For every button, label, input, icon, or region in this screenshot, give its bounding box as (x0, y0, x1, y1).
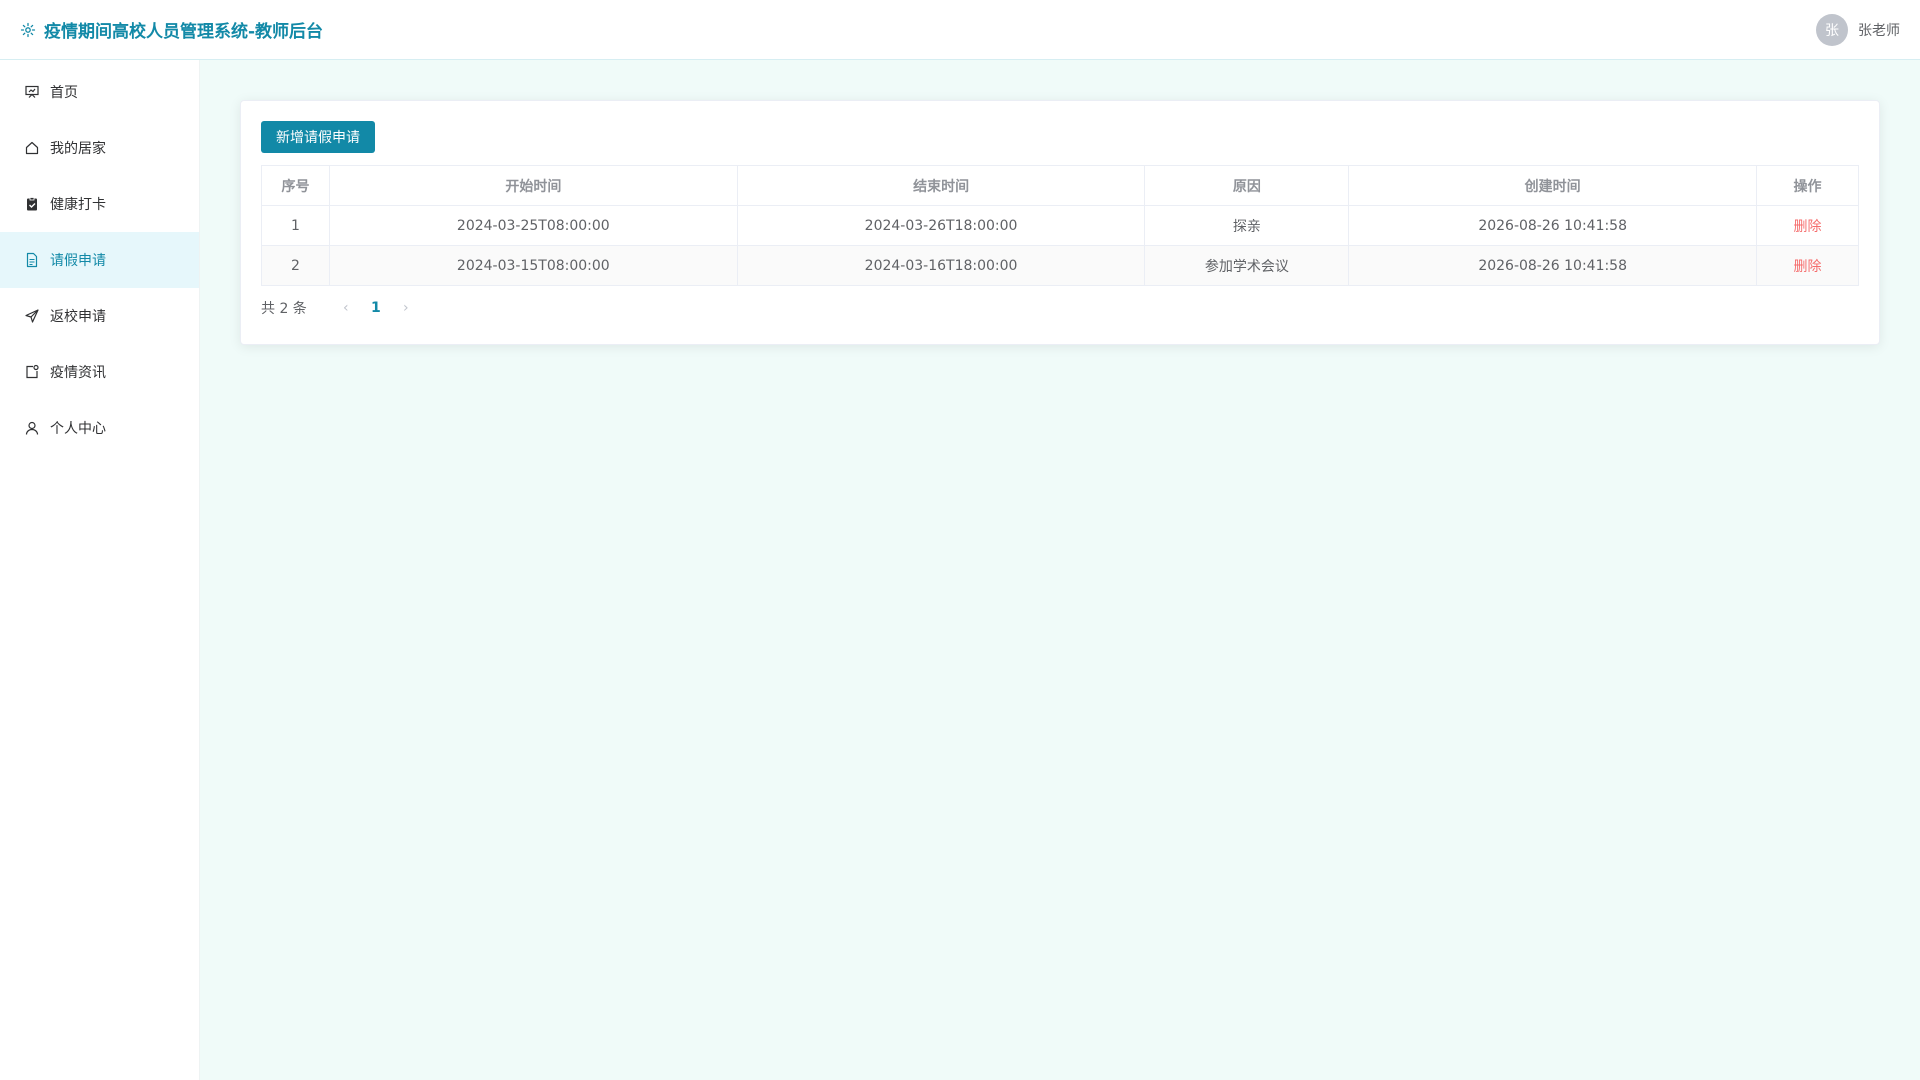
cell-end-time: 2024-03-16T18:00:00 (736, 245, 1146, 286)
sidebar-item-my-home[interactable]: 我的居家 (0, 120, 199, 176)
sidebar-item-label: 我的居家 (50, 141, 106, 157)
table-row: 1 2024-03-25T08:00:00 2024-03-26T18:00:0… (261, 205, 1859, 246)
column-header-reason: 原因 (1144, 165, 1350, 206)
avatar[interactable]: 张 (1816, 13, 1848, 46)
sidebar-item-label: 首页 (50, 85, 78, 101)
user-icon (24, 420, 40, 436)
cell-start-time: 2024-03-15T08:00:00 (328, 245, 738, 286)
home-icon (24, 140, 40, 156)
table-header-row: 序号 开始时间 结束时间 原因 创建时间 操作 (261, 165, 1859, 206)
sidebar-item-label: 个人中心 (50, 421, 106, 437)
cell-action: 删除 (1756, 205, 1859, 246)
sidebar-item-leave-request[interactable]: 请假申请 (0, 232, 199, 288)
sidebar-item-label: 返校申请 (50, 309, 106, 325)
next-page-button[interactable]: › (391, 300, 421, 316)
brand: 疫情期间高校人员管理系统-教师后台 (20, 17, 323, 42)
send-icon (24, 308, 40, 324)
column-header-start-time: 开始时间 (328, 165, 738, 206)
sidebar-item-label: 健康打卡 (50, 197, 106, 213)
sidebar-item-epidemic-news[interactable]: 疫情资讯 (0, 344, 199, 400)
cell-created-time: 2026-08-26 10:41:58 (1348, 245, 1758, 286)
cell-index: 2 (261, 245, 330, 286)
cell-index: 1 (261, 205, 330, 246)
cell-reason: 探亲 (1144, 205, 1350, 246)
sidebar: 首页 我的居家 健康打卡 请假申请 返校申请 疫情资讯 个人中心 (0, 60, 200, 1080)
sidebar-item-profile[interactable]: 个人中心 (0, 400, 199, 456)
cell-created-time: 2026-08-26 10:41:58 (1348, 205, 1758, 246)
column-header-end-time: 结束时间 (736, 165, 1146, 206)
sidebar-item-label: 请假申请 (50, 253, 106, 269)
sidebar-item-return-request[interactable]: 返校申请 (0, 288, 199, 344)
delete-button[interactable]: 删除 (1794, 219, 1822, 235)
column-header-index: 序号 (261, 165, 330, 206)
news-icon (24, 364, 40, 380)
user-name[interactable]: 张老师 (1858, 20, 1900, 40)
user-menu[interactable]: 张 张老师 (1816, 13, 1900, 46)
document-icon (24, 252, 40, 268)
add-leave-request-button[interactable]: 新增请假申请 (261, 121, 375, 153)
cell-start-time: 2024-03-25T08:00:00 (328, 205, 738, 246)
table-row: 2 2024-03-15T08:00:00 2024-03-16T18:00:0… (261, 245, 1859, 286)
pagination-total: 共 2 条 (261, 301, 307, 317)
cell-action: 删除 (1756, 245, 1859, 286)
cell-reason: 参加学术会议 (1144, 245, 1350, 286)
sidebar-item-health-checkin[interactable]: 健康打卡 (0, 176, 199, 232)
cell-end-time: 2024-03-26T18:00:00 (736, 205, 1146, 246)
main-content: 新增请假申请 序号 开始时间 结束时间 原因 创建时间 操作 1 2024-03… (200, 60, 1920, 1080)
leave-request-table: 序号 开始时间 结束时间 原因 创建时间 操作 1 2024-03-25T08:… (261, 165, 1859, 286)
sidebar-item-label: 疫情资讯 (50, 365, 106, 381)
pagination: 共 2 条 ‹ 1 › (261, 292, 1859, 324)
column-header-action: 操作 (1756, 165, 1859, 206)
app-title: 疫情期间高校人员管理系统-教师后台 (44, 22, 324, 42)
clipboard-check-icon (24, 196, 40, 212)
page-number[interactable]: 1 (361, 300, 391, 316)
leave-request-card: 新增请假申请 序号 开始时间 结束时间 原因 创建时间 操作 1 2024-03… (240, 100, 1880, 345)
delete-button[interactable]: 删除 (1794, 259, 1822, 275)
gear-icon (20, 22, 36, 38)
top-header: 疫情期间高校人员管理系统-教师后台 张 张老师 (0, 0, 1920, 60)
column-header-created-time: 创建时间 (1348, 165, 1758, 206)
presentation-icon (24, 84, 40, 100)
sidebar-item-home[interactable]: 首页 (0, 64, 199, 120)
prev-page-button[interactable]: ‹ (331, 300, 361, 316)
